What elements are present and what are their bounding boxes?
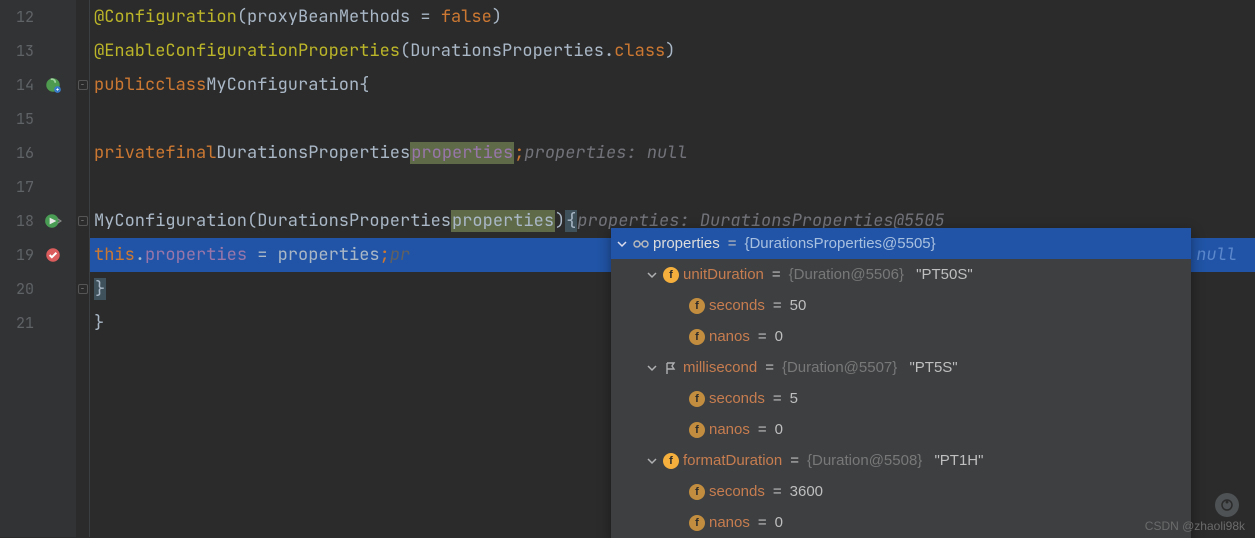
- line-number: 17: [0, 177, 34, 197]
- chevron-down-icon[interactable]: [645, 268, 659, 282]
- debug-node-root[interactable]: properties = {DurationsProperties@5505}: [611, 228, 1191, 259]
- gutter: 12 13 14 15 16 17 18 19 20 21: [0, 0, 76, 537]
- reader-mode-icon[interactable]: [1215, 493, 1239, 517]
- debug-variable-popup[interactable]: properties = {DurationsProperties@5505} …: [611, 228, 1191, 538]
- field-icon: f: [689, 298, 705, 314]
- fold-toggle-icon[interactable]: −: [78, 80, 88, 90]
- fold-toggle-icon[interactable]: −: [78, 284, 88, 294]
- code-line[interactable]: @Configuration(proxyBeanMethods = false): [90, 0, 1255, 34]
- field-icon: f: [663, 453, 679, 469]
- line-number: 18: [0, 211, 34, 231]
- watch-icon: [633, 236, 649, 252]
- debug-node-leaf[interactable]: f nanos = 0: [611, 507, 1191, 538]
- field-icon: f: [689, 329, 705, 345]
- line-number: 19: [0, 245, 34, 265]
- debug-node-leaf[interactable]: f seconds = 50: [611, 290, 1191, 321]
- field-icon: f: [689, 515, 705, 531]
- code-line[interactable]: private final DurationsProperties proper…: [90, 136, 1255, 170]
- line-number: 21: [0, 313, 34, 333]
- chevron-down-icon[interactable]: [645, 454, 659, 468]
- fold-column: − − −: [76, 0, 90, 537]
- bean-icon[interactable]: [44, 76, 62, 94]
- debug-node-leaf[interactable]: f seconds = 5: [611, 383, 1191, 414]
- debug-node-leaf[interactable]: f nanos = 0: [611, 321, 1191, 352]
- inline-value: null: [1196, 244, 1237, 266]
- debug-node[interactable]: f formatDuration = {Duration@5508} "PT1H…: [611, 445, 1191, 476]
- fold-toggle-icon[interactable]: −: [78, 216, 88, 226]
- chevron-down-icon[interactable]: [645, 361, 659, 375]
- code-line[interactable]: public class MyConfiguration {: [90, 68, 1255, 102]
- field-icon: f: [689, 484, 705, 500]
- debug-node[interactable]: millisecond = {Duration@5507} "PT5S": [611, 352, 1191, 383]
- code-line[interactable]: @EnableConfigurationProperties(Durations…: [90, 34, 1255, 68]
- watermark-text: CSDN @zhaoli98k: [1145, 519, 1245, 533]
- line-number: 16: [0, 143, 34, 163]
- field-icon: f: [689, 391, 705, 407]
- line-number: 20: [0, 279, 34, 299]
- line-number: 12: [0, 7, 34, 27]
- debug-node[interactable]: f unitDuration = {Duration@5506} "PT50S": [611, 259, 1191, 290]
- run-icon[interactable]: [44, 212, 62, 230]
- debug-node-leaf[interactable]: f nanos = 0: [611, 414, 1191, 445]
- line-number: 13: [0, 41, 34, 61]
- code-line[interactable]: [90, 102, 1255, 136]
- line-number: 14: [0, 75, 34, 95]
- debug-node-leaf[interactable]: f seconds = 3600: [611, 476, 1191, 507]
- code-line[interactable]: [90, 170, 1255, 204]
- breakpoint-icon[interactable]: [44, 246, 62, 264]
- flag-icon: [663, 360, 679, 376]
- chevron-down-icon[interactable]: [615, 237, 629, 251]
- field-icon: f: [663, 267, 679, 283]
- field-icon: f: [689, 422, 705, 438]
- line-number: 15: [0, 109, 34, 129]
